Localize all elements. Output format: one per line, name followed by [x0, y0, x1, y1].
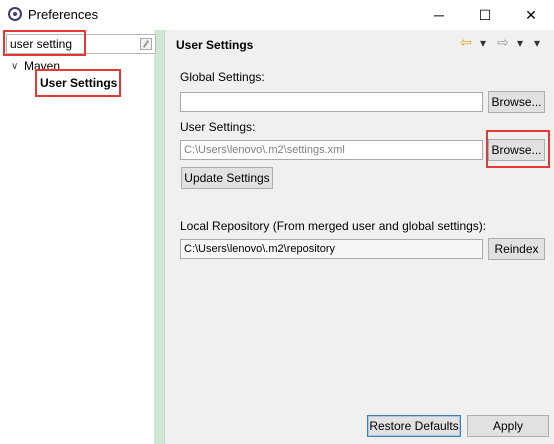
update-settings-button[interactable]: Update Settings: [181, 167, 273, 189]
reindex-button[interactable]: Reindex: [488, 238, 545, 260]
back-dropdown-icon[interactable]: ▾: [480, 36, 486, 50]
restore-defaults-button[interactable]: Restore Defaults: [367, 415, 461, 437]
back-arrow-icon[interactable]: ⇦: [460, 34, 472, 51]
forward-arrow-icon[interactable]: ⇨: [497, 34, 509, 51]
global-settings-label: Global Settings:: [180, 70, 265, 84]
local-repository-field[interactable]: C:\Users\lenovo\.m2\repository: [180, 239, 483, 259]
highlight-tree-item-box: [35, 69, 121, 97]
close-button[interactable]: ✕: [508, 0, 554, 30]
sidebar-scroll-area[interactable]: [154, 30, 164, 444]
user-settings-field[interactable]: C:\Users\lenovo\.m2\settings.xml: [180, 140, 483, 160]
clear-filter-icon[interactable]: [140, 38, 152, 50]
global-settings-field[interactable]: [180, 92, 483, 112]
apply-button[interactable]: Apply: [467, 415, 549, 437]
user-settings-label: User Settings:: [180, 120, 256, 134]
maximize-button[interactable]: ☐: [462, 0, 508, 30]
view-menu-icon[interactable]: ▾: [534, 36, 540, 50]
global-browse-button[interactable]: Browse...: [488, 91, 545, 113]
window-title: Preferences: [28, 7, 99, 22]
highlight-filter-box: [3, 30, 86, 56]
forward-dropdown-icon[interactable]: ▾: [517, 36, 523, 50]
page-title: User Settings: [176, 38, 254, 52]
local-repository-label: Local Repository (From merged user and g…: [180, 219, 487, 233]
expand-chevron-icon[interactable]: ∨: [11, 61, 18, 72]
eclipse-app-icon: [8, 7, 22, 21]
highlight-browse-box: [486, 130, 550, 168]
minimize-button[interactable]: ─: [416, 0, 462, 30]
title-bar: Preferences ─ ☐ ✕: [0, 0, 554, 30]
